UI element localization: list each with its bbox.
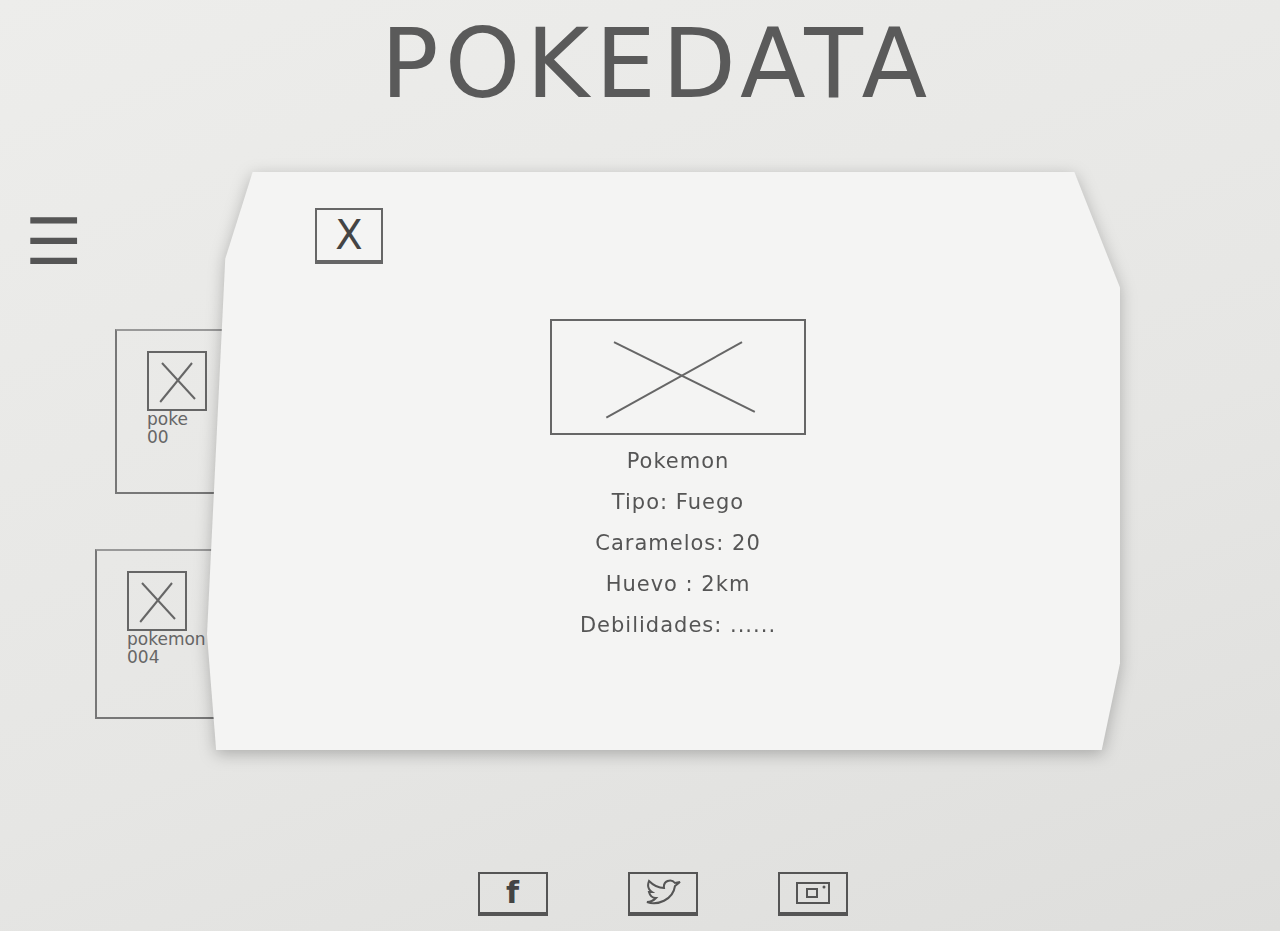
- twitter-bird-icon: [643, 878, 683, 908]
- image-placeholder-icon: [127, 571, 187, 631]
- facebook-link[interactable]: f: [478, 872, 548, 916]
- footer: f: [0, 856, 1280, 931]
- main: ☰poke00pokemon004XPokemonTipo: FuegoCara…: [0, 150, 1280, 856]
- card-number: 004: [127, 649, 222, 667]
- twitter-link[interactable]: [628, 872, 698, 916]
- pokemon-image-icon: [550, 319, 806, 435]
- pokedata-page: POKEDATA☰poke00pokemon004XPokemonTipo: F…: [0, 0, 1280, 931]
- modal-overlay: X PokemonTipo: FuegoCaramelos: 20Huevo : …: [207, 172, 1120, 750]
- close-button[interactable]: X: [315, 208, 383, 264]
- pokemon-name: Pokemon: [627, 441, 730, 482]
- pokemon-field: Debilidades: ......: [580, 605, 776, 646]
- camera-icon: [793, 878, 833, 908]
- instagram-link[interactable]: [778, 872, 848, 916]
- pokemon-field: Tipo: Fuego: [612, 482, 744, 523]
- app-title: POKEDATA: [381, 12, 933, 118]
- pokemon-field: Caramelos: 20: [595, 523, 761, 564]
- image-placeholder-icon: [147, 351, 207, 411]
- menu-icon[interactable]: ☰: [25, 210, 105, 274]
- pokemon-field: Huevo : 2km: [606, 564, 751, 605]
- header: POKEDATA: [0, 0, 1280, 150]
- pokemon-detail: PokemonTipo: FuegoCaramelos: 20Huevo : 2…: [378, 319, 978, 646]
- pokemon-modal: X PokemonTipo: FuegoCaramelos: 20Huevo : …: [207, 172, 1120, 750]
